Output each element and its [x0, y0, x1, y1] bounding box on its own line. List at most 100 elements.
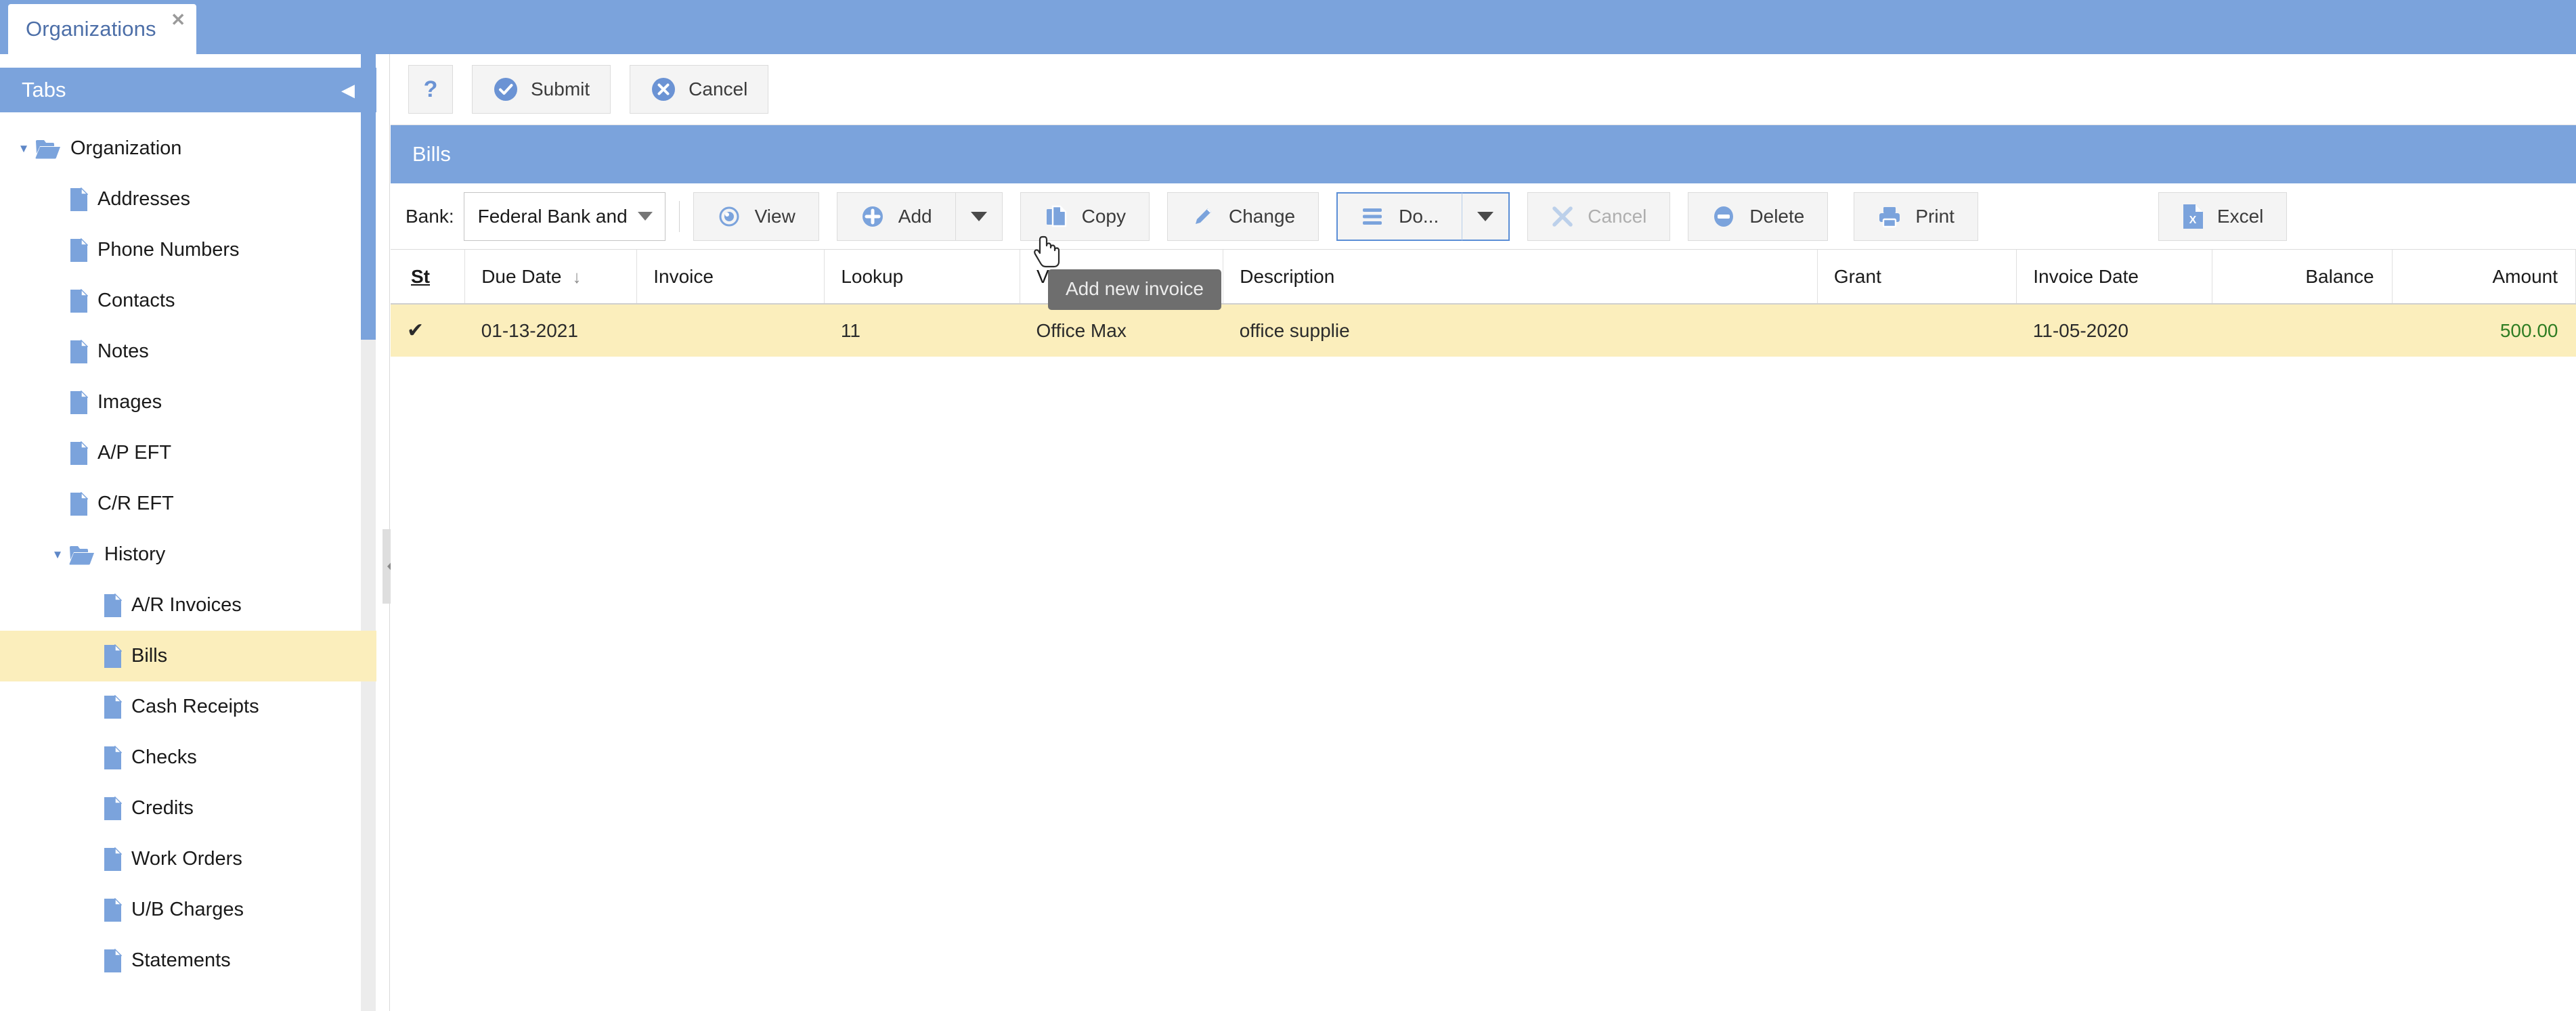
sidebar-item-notes[interactable]: Notes [0, 326, 376, 377]
excel-button[interactable]: X Excel [2158, 192, 2287, 241]
arrow-down-icon: ↓ [572, 267, 581, 287]
caret-down-icon [638, 212, 653, 221]
view-label: View [755, 206, 795, 227]
minus-circle-icon [1711, 204, 1736, 229]
caret-down-icon [971, 212, 987, 221]
excel-file-icon: X [2182, 204, 2204, 229]
change-button[interactable]: Change [1167, 192, 1319, 241]
sidebar-item-contacts[interactable]: Contacts [0, 275, 376, 326]
file-icon [103, 898, 122, 922]
folder-open-icon [69, 545, 95, 565]
close-icon[interactable]: ✕ [171, 11, 185, 28]
cancel-label: Cancel [689, 78, 747, 100]
chevron-left-icon[interactable]: ◀ [341, 81, 355, 99]
sidebar-tree: ▼ Organization Addresses Phone Numbers Conta… [0, 123, 376, 1011]
add-split-button[interactable]: Add [837, 192, 1003, 241]
sidebar-item-a-p-eft[interactable]: A/P EFT [0, 428, 376, 478]
check-circle-icon [493, 76, 519, 102]
tab-bar: Organizations ✕ [0, 0, 2576, 54]
column-header-invoice[interactable]: Invoice [637, 250, 825, 304]
chevron-down-icon[interactable]: ▼ [46, 549, 69, 560]
column-header-label: Invoice Date [2033, 266, 2139, 287]
column-header-lookup[interactable]: Lookup [825, 250, 1020, 304]
sidebar-item-cash-receipts[interactable]: Cash Receipts [0, 681, 376, 732]
sidebar-item-label: Credits [131, 797, 194, 819]
sidebar-item-statements[interactable]: Statements [0, 935, 376, 986]
sidebar-item-phone-numbers[interactable]: Phone Numbers [0, 225, 376, 275]
sidebar-item-label: Checks [131, 746, 197, 769]
do-dropdown-arrow[interactable] [1462, 192, 1510, 241]
delete-button[interactable]: Delete [1688, 192, 1828, 241]
sidebar-item-addresses[interactable]: Addresses [0, 174, 376, 225]
sidebar-item-checks[interactable]: Checks [0, 732, 376, 783]
add-button[interactable]: Add [837, 192, 955, 241]
cell-lookup: 11 [825, 304, 1020, 357]
cell-invdate: 11-05-2020 [2017, 304, 2212, 357]
sidebar-item-label: Phone Numbers [97, 239, 240, 261]
change-label: Change [1229, 206, 1295, 227]
column-header-label: Invoice [653, 266, 714, 287]
bills-grid: St Due Date↓ Invoice Lookup Vendor Descriptio… [391, 250, 2576, 357]
column-header-label: Lookup [841, 266, 903, 287]
grid-toolbar: Bank: Federal Bank and View Add Copy Change… [391, 183, 2576, 250]
sidebar-item-label: Contacts [97, 290, 175, 312]
form-toolbar: ? Submit Cancel [391, 54, 2576, 125]
column-header-amount[interactable]: Amount [2392, 250, 2575, 304]
sidebar-item-images[interactable]: Images [0, 377, 376, 428]
file-icon [103, 746, 122, 770]
sidebar: Tabs ◀ ▼OrganizationAddressesPhone Numbe… [0, 54, 390, 1011]
excel-label: Excel [2217, 206, 2263, 227]
add-dropdown-arrow[interactable] [955, 192, 1003, 241]
page-title: Bills [412, 142, 451, 166]
cancel-button[interactable]: Cancel [630, 65, 768, 114]
sidebar-item-label: Organization [70, 137, 181, 160]
sidebar-item-organization[interactable]: ▼ Organization [0, 123, 376, 174]
column-header-vendor[interactable]: Vendor [1020, 250, 1223, 304]
sidebar-item-work-orders[interactable]: Work Orders [0, 834, 376, 884]
column-header-label: Description [1240, 266, 1334, 287]
cell-amount: 500.00 [2392, 304, 2575, 357]
chevron-down-icon[interactable]: ▼ [12, 143, 35, 154]
toolbar-separator [679, 201, 680, 232]
print-button[interactable]: Print [1854, 192, 1978, 241]
table-header-row: St Due Date↓ Invoice Lookup Vendor Descriptio… [391, 250, 2576, 304]
column-header-label: St [411, 266, 430, 287]
file-icon [103, 695, 122, 719]
help-button[interactable]: ? [408, 65, 453, 114]
file-icon [69, 187, 88, 212]
cell-desc: office supplie [1223, 304, 1818, 357]
sidebar-item-a-r-invoices[interactable]: A/R Invoices [0, 580, 376, 631]
main-content: ? Submit Cancel Bills Bank: Federal Bank… [391, 54, 2576, 1011]
column-header-grant[interactable]: Grant [1817, 250, 2016, 304]
sidebar-item-bills[interactable]: Bills [0, 631, 376, 681]
sidebar-item-c-r-eft[interactable]: C/R EFT [0, 478, 376, 529]
column-header-balance[interactable]: Balance [2212, 250, 2392, 304]
column-header-due[interactable]: Due Date↓ [465, 250, 637, 304]
table-row[interactable]: ✔01-13-202111Office Maxoffice supplie11-… [391, 304, 2576, 357]
check-icon: ✔ [391, 304, 465, 357]
sidebar-item-u-b-charges[interactable]: U/B Charges [0, 884, 376, 935]
cell-invoice [637, 304, 825, 357]
file-icon [69, 390, 88, 415]
do-split-button[interactable]: Do... [1336, 192, 1510, 241]
plus-circle-icon [860, 204, 885, 229]
do-label: Do... [1399, 206, 1439, 227]
bank-select[interactable]: Federal Bank and [464, 192, 665, 241]
bank-label: Bank: [406, 206, 454, 227]
view-button[interactable]: View [693, 192, 819, 241]
column-header-label: Vendor [1036, 266, 1097, 287]
file-icon [69, 289, 88, 313]
do-button[interactable]: Do... [1336, 192, 1462, 241]
file-icon [69, 340, 88, 364]
copy-button[interactable]: Copy [1020, 192, 1150, 241]
sidebar-item-label: History [104, 543, 165, 566]
sidebar-item-history[interactable]: ▼ History [0, 529, 376, 580]
sidebar-item-credits[interactable]: Credits [0, 783, 376, 834]
tab-organizations[interactable]: Organizations ✕ [8, 4, 196, 54]
submit-button[interactable]: Submit [472, 65, 611, 114]
file-icon [69, 238, 88, 263]
sidebar-item-label: C/R EFT [97, 493, 174, 515]
column-header-invdate[interactable]: Invoice Date [2017, 250, 2212, 304]
column-header-st[interactable]: St [391, 250, 465, 304]
column-header-desc[interactable]: Description [1223, 250, 1818, 304]
